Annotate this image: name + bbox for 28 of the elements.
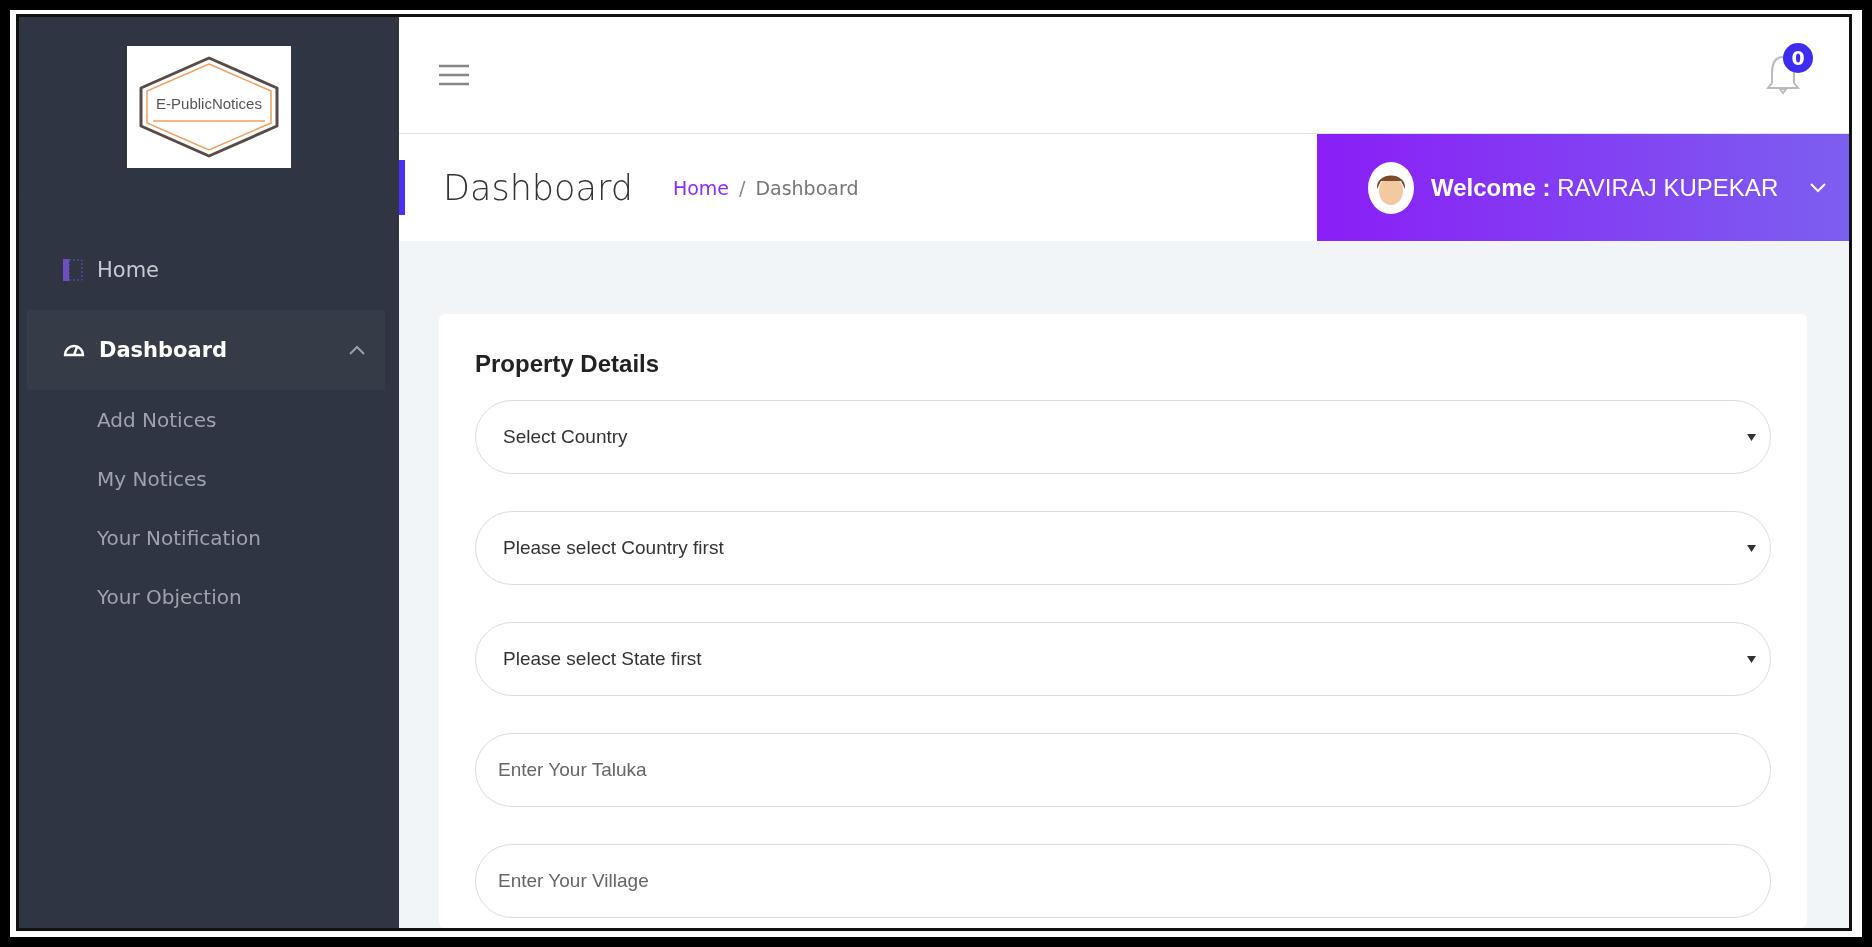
welcome-text: Welcome : RAVIRAJ KUPEKAR xyxy=(1431,173,1779,202)
dropdown-arrow-icon xyxy=(1747,544,1756,552)
notification-badge: 0 xyxy=(1783,43,1813,73)
menu-icon[interactable] xyxy=(439,64,469,86)
sidebar-item[interactable]: Home xyxy=(27,230,385,310)
chevron-down-icon xyxy=(1810,182,1827,193)
select-field[interactable]: Please select State first xyxy=(475,622,1771,696)
input-field[interactable]: Enter Your Taluka xyxy=(475,733,1771,807)
sidebar-subitem[interactable]: My Notices xyxy=(19,449,399,508)
user-menu[interactable]: Welcome : RAVIRAJ KUPEKAR xyxy=(1317,134,1849,241)
dropdown-arrow-icon xyxy=(1747,655,1756,663)
page-title: Dashboard xyxy=(443,167,633,208)
sidebar-item[interactable]: Dashboard xyxy=(27,310,385,390)
caret-icon xyxy=(349,345,365,355)
sidebar-subitem[interactable]: Your Notification xyxy=(19,508,399,567)
select-field[interactable]: Please select Country first xyxy=(475,511,1771,585)
dropdown-arrow-icon xyxy=(1747,433,1756,441)
breadcrumb-separator: / xyxy=(739,176,746,199)
card-title: Property Details xyxy=(475,350,661,378)
breadcrumb-link[interactable]: Home xyxy=(672,176,729,199)
logo: E-PublicNotices xyxy=(127,46,291,168)
input-field[interactable]: Enter Your Village xyxy=(475,844,1771,918)
book-icon xyxy=(63,259,83,281)
sidebar-subitem[interactable]: Your Objection xyxy=(19,567,399,626)
breadcrumb-current: Dashboard xyxy=(755,176,859,199)
avatar-icon xyxy=(1367,160,1415,215)
sidebar-subitem[interactable]: Add Notices xyxy=(19,390,399,449)
select-field[interactable]: Select Country xyxy=(475,400,1771,474)
